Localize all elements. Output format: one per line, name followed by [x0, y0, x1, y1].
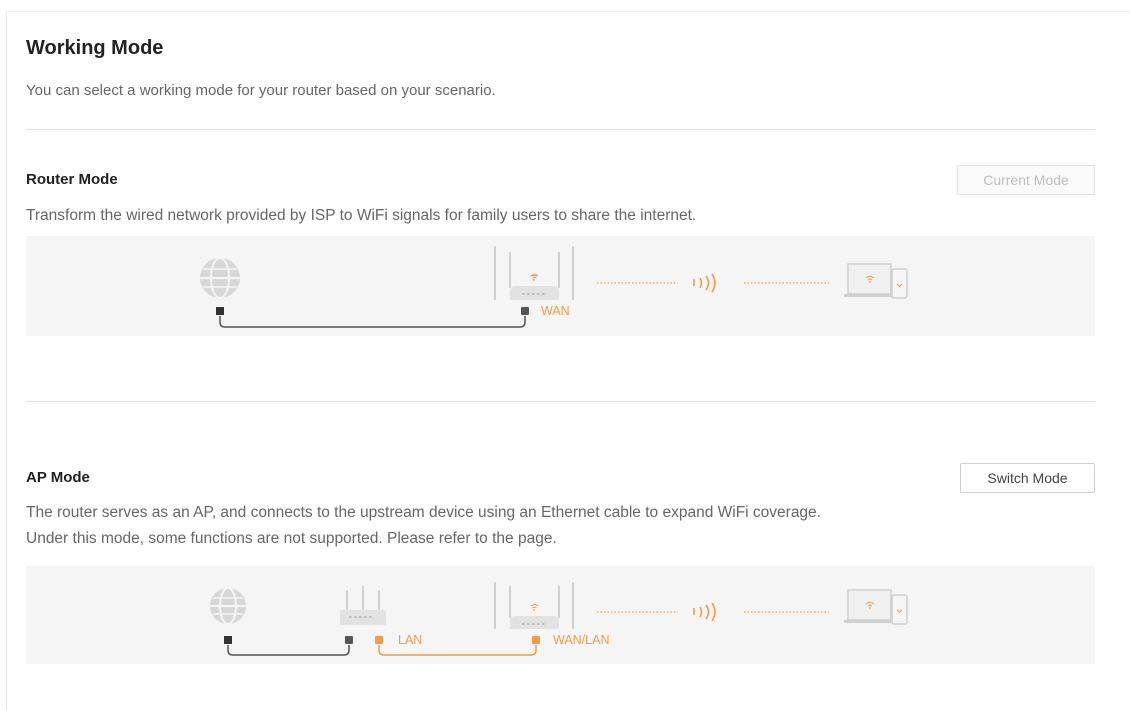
ap-mode-description-line: Under this mode, some functions are not … — [26, 530, 557, 547]
router-icon: ᯤ — [494, 246, 574, 300]
laptop-icon — [844, 263, 896, 297]
router-mode-description: Transform the wired network provided by … — [26, 207, 697, 224]
switch-mode-button[interactable]: Switch Mode — [960, 463, 1095, 493]
laptop-icon — [844, 589, 896, 623]
wifi-signal-icon — [597, 602, 829, 622]
lan-port-label: LAN — [398, 633, 423, 647]
wan-lan-port-label: WAN/LAN — [553, 633, 610, 647]
ap-mode-description: The router serves as an AP, and connects… — [26, 500, 821, 552]
router-mode-title: Router Mode — [26, 171, 118, 188]
router-icon — [494, 582, 574, 629]
section-divider — [26, 129, 1095, 130]
ethernet-cable — [224, 636, 353, 656]
page-subtitle: You can select a working mode for your r… — [26, 82, 496, 99]
ethernet-cable — [216, 307, 529, 328]
globe-icon — [200, 257, 240, 299]
ap-mode-title: AP Mode — [26, 469, 90, 486]
current-mode-button[interactable]: Current Mode — [957, 165, 1095, 195]
phone-icon — [891, 268, 908, 299]
page-title: Working Mode — [26, 37, 164, 59]
wan-port-label: WAN — [541, 304, 570, 318]
phone-icon — [891, 594, 908, 625]
router-mode-diagram: ᯤ WAN — [26, 236, 1095, 336]
ap-mode-description-line: The router serves as an AP, and connects… — [26, 504, 821, 521]
wifi-signal-icon — [597, 273, 829, 293]
upstream-router-icon — [340, 586, 386, 625]
ap-mode-diagram: LAN WAN/LAN — [26, 566, 1095, 664]
globe-icon — [210, 587, 246, 625]
section-divider — [26, 401, 1095, 402]
